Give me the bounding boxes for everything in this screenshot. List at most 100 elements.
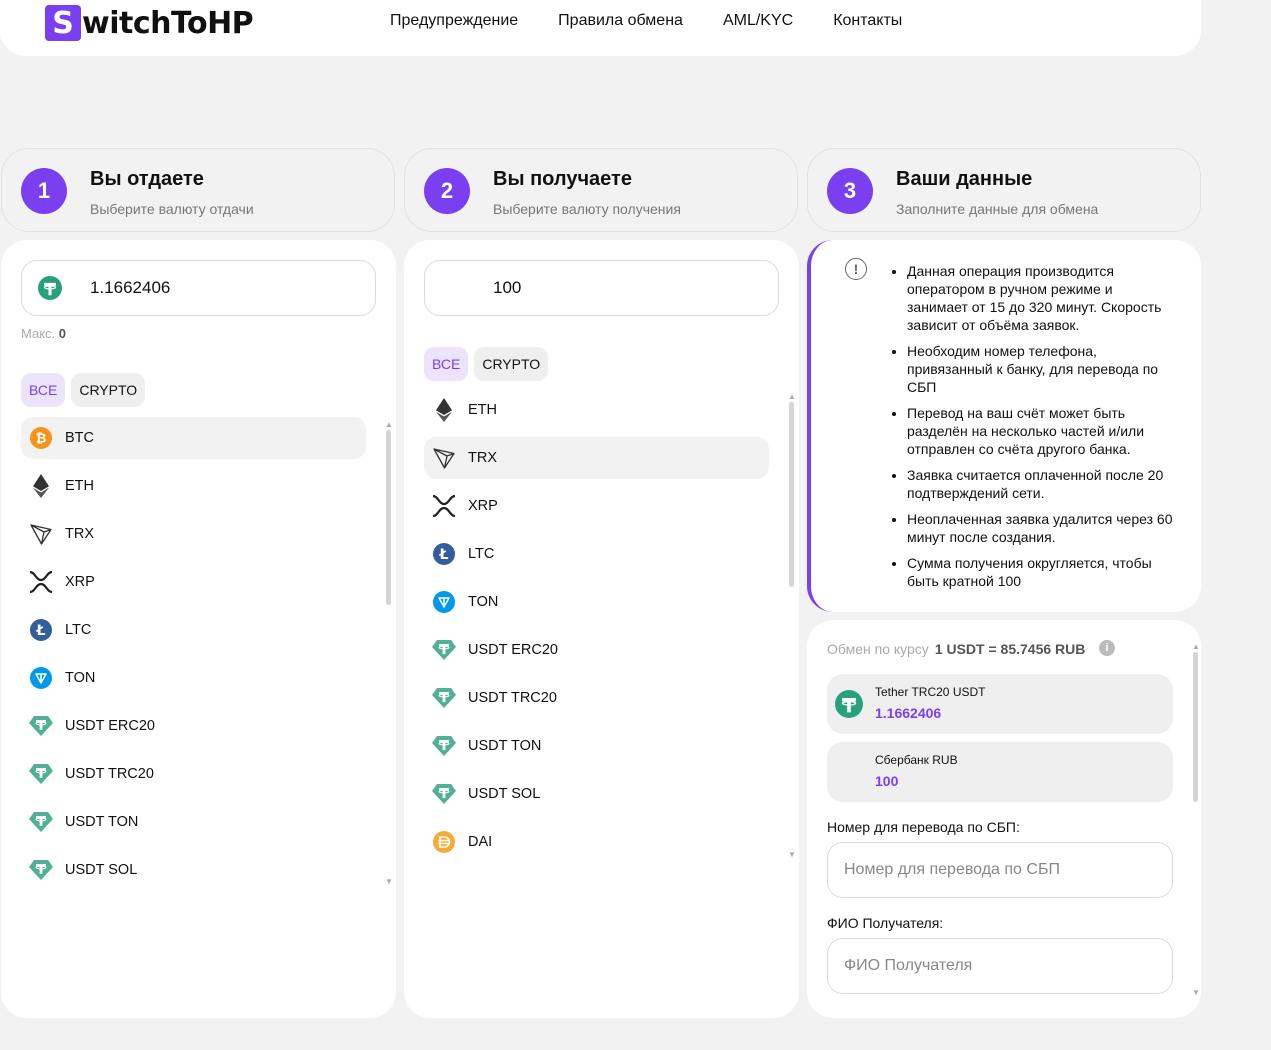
max-value: 0 [58,326,67,341]
dai-icon [432,830,456,854]
sbp-phone-input[interactable] [827,842,1173,898]
give-amount-value: 1.1662406 [90,278,171,297]
currency-label: LTC [468,546,495,562]
usdt-icon [29,762,53,786]
eth-icon [432,398,456,422]
give-item-btc[interactable]: ₿ BTC [21,417,366,459]
exchange-rate: Обмен по курсу 1 USDT = 85.7456 RUB [827,641,1085,657]
currency-label: ETH [65,478,94,494]
info-note: Неоплаченная заявка удалится через 60 ми… [907,510,1177,546]
currency-label: USDT SOL [468,786,541,802]
ltc-icon: Ł [432,542,456,566]
tether-icon [835,690,863,723]
max-amount: Макс. 0 [21,326,66,341]
receive-item-usdt-ton[interactable]: USDT TON [424,725,769,767]
give-scrollbar[interactable] [386,430,391,605]
to-currency-name: Сбербанк RUB [875,753,958,767]
currency-label: USDT SOL [65,862,138,878]
step-title: Вы отдаете [90,168,204,190]
currency-label: TON [468,594,499,610]
receive-item-dai[interactable]: DAI [424,821,769,863]
usdt-icon [432,782,456,806]
exchange-scrollbar[interactable] [1193,652,1198,802]
currency-label: USDT TON [65,814,139,830]
give-item-usdt-ton[interactable]: USDT TON [21,801,366,843]
receive-item-eth[interactable]: ETH [424,389,769,431]
info-note: Сумма получения округляется, чтобы быть … [907,554,1177,590]
main-nav: Предупреждение Правила обмена AML/KYC Ко… [390,12,902,30]
warning-icon: ! [845,258,867,280]
usdt-icon [432,686,456,710]
from-summary-card: Tether TRC20 USDT 1.1662406 [827,674,1173,734]
usdt-icon [432,734,456,758]
receive-panel: 100 ВСЕ CRYPTO ETH TRX XRP Ł LTC TON USD… [404,240,799,1018]
xrp-icon [432,494,456,518]
currency-label: XRP [468,498,498,514]
scroll-down-arrow[interactable]: ▼ [788,850,796,859]
info-note: Заявка считается оплаченной после 20 под… [907,466,1177,502]
xrp-icon [29,570,53,594]
filter-crypto[interactable]: CRYPTO [474,347,549,381]
scroll-down-arrow[interactable]: ▼ [385,877,393,886]
give-filters: ВСЕ CRYPTO [21,373,146,407]
give-item-ton[interactable]: TON [21,657,366,699]
logo[interactable]: S witchToHP [45,5,254,41]
filter-all[interactable]: ВСЕ [424,347,469,381]
receive-item-ton[interactable]: TON [424,581,769,623]
receive-amount-input[interactable]: 100 [424,260,779,316]
nav-aml-kyc[interactable]: AML/KYC [723,12,793,30]
give-item-usdt-sol[interactable]: USDT SOL [21,849,366,891]
scroll-up-arrow[interactable]: ▲ [788,392,796,401]
give-item-ltc[interactable]: Ł LTC [21,609,366,651]
step-number: 3 [827,168,873,214]
give-item-eth[interactable]: ETH [21,465,366,507]
scroll-down-arrow[interactable]: ▼ [1192,988,1200,997]
info-panel: ! Данная операция производится операторо… [807,240,1201,612]
receive-item-usdt-sol[interactable]: USDT SOL [424,773,769,815]
step-number: 2 [424,168,470,214]
nav-warning[interactable]: Предупреждение [390,12,518,30]
info-icon[interactable]: i [1099,640,1115,656]
step-number: 1 [21,168,67,214]
nav-contacts[interactable]: Контакты [833,12,902,30]
from-amount: 1.1662406 [875,705,942,721]
scroll-up-arrow[interactable]: ▲ [385,420,393,429]
receive-currency-list: ETH TRX XRP Ł LTC TON USDT ERC20 USDT TR… [424,389,769,869]
give-item-trx[interactable]: TRX [21,513,366,555]
step-subtitle: Выберите валюту получения [493,201,681,217]
give-item-xrp[interactable]: XRP [21,561,366,603]
btc-icon: ₿ [29,426,53,450]
ltc-icon: Ł [29,618,53,642]
currency-label: ETH [468,402,497,418]
filter-all[interactable]: ВСЕ [21,373,66,407]
receive-item-ltc[interactable]: Ł LTC [424,533,769,575]
receive-scrollbar[interactable] [789,402,794,587]
step-title: Вы получаете [493,168,632,190]
currency-label: USDT ERC20 [468,642,558,658]
currency-label: USDT TRC20 [468,690,557,706]
svg-text:₿: ₿ [36,432,47,447]
scroll-up-arrow[interactable]: ▲ [1192,642,1200,651]
filter-crypto[interactable]: CRYPTO [71,373,146,407]
receive-item-usdt-trc20[interactable]: USDT TRC20 [424,677,769,719]
rate-value: 1 USDT = 85.7456 RUB [934,641,1086,657]
currency-label: TON [65,670,96,686]
step-title: Ваши данные [896,168,1033,190]
nav-rules[interactable]: Правила обмена [558,12,683,30]
svg-text:Ł: Ł [439,547,449,563]
max-label: Макс. [21,326,56,341]
currency-label: USDT TON [468,738,542,754]
give-amount-input[interactable]: 1.1662406 [21,260,376,316]
give-item-usdt-erc20[interactable]: USDT ERC20 [21,705,366,747]
receive-item-xrp[interactable]: XRP [424,485,769,527]
usdt-icon [432,638,456,662]
rate-label: Обмен по курсу [827,641,929,657]
to-amount: 100 [875,773,899,789]
info-note: Перевод на ваш счёт может быть разделён … [907,404,1177,458]
usdt-icon [29,714,53,738]
give-item-usdt-trc20[interactable]: USDT TRC20 [21,753,366,795]
receive-item-trx[interactable]: TRX [424,437,769,479]
eth-icon [29,474,53,498]
receive-item-usdt-erc20[interactable]: USDT ERC20 [424,629,769,671]
recipient-name-input[interactable] [827,938,1173,994]
